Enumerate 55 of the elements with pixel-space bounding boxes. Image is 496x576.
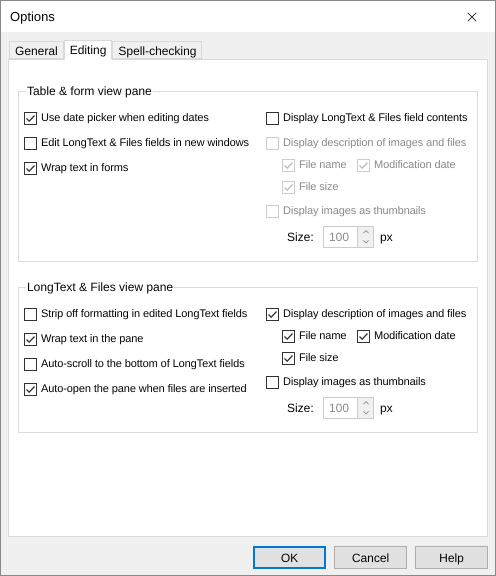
checkbox-label: Display images as thumbnails (283, 204, 426, 220)
checkbox[interactable] (24, 162, 37, 175)
dialog-button[interactable]: OK (253, 546, 326, 569)
checkbox-label: File name (299, 328, 346, 344)
unit-label: px (380, 400, 393, 416)
checkmark-icon (358, 160, 369, 170)
tab[interactable]: Spell-checking (112, 41, 202, 59)
checkbox[interactable] (282, 352, 295, 364)
checkbox[interactable] (24, 358, 37, 371)
checkbox-label: Display images as thumbnails (283, 375, 426, 390)
checkmark-icon (283, 330, 294, 342)
checkmark-icon (25, 384, 36, 395)
checkmark-icon (283, 352, 294, 364)
dialog-button[interactable]: Cancel (334, 546, 407, 569)
checkbox-label: Display LongText & Files field contents (283, 111, 468, 126)
checkbox-label: File name (299, 158, 346, 173)
checkbox[interactable] (24, 383, 37, 396)
checkbox[interactable] (357, 330, 370, 342)
checkbox-label: Auto-scroll to the bottom of LongText fields (41, 357, 244, 372)
checkbox-label: Strip off formatting in edited LongText fields (41, 307, 248, 322)
unit-label: px (380, 228, 393, 246)
checkbox-label: Auto-open the pane when files are inserted (41, 382, 247, 398)
checkmark-icon (25, 113, 36, 124)
checkmark-icon (283, 182, 294, 192)
size-label: Size: (287, 228, 315, 246)
tab[interactable]: Editing (64, 40, 112, 60)
checkbox[interactable] (266, 376, 279, 389)
checkbox-label: File size (299, 350, 338, 366)
checkmark-icon (283, 160, 294, 170)
checkbox-label: Display description of images and files (283, 307, 466, 322)
checkmark-icon (25, 334, 36, 345)
checkbox-label: File size (299, 180, 338, 195)
group-title: Table & form view pane (26, 83, 153, 100)
checkbox[interactable] (24, 308, 37, 321)
checkbox-label: Modification date (374, 328, 456, 344)
checkbox-label: Wrap text in forms (41, 161, 128, 176)
checkmark-icon (358, 330, 369, 342)
checkbox[interactable] (24, 333, 37, 346)
group-title: LongText & Files view pane (26, 279, 174, 296)
checkbox[interactable] (266, 308, 279, 321)
checkbox[interactable] (24, 137, 37, 150)
checkbox-label: Wrap text in the pane (41, 332, 144, 348)
window-title: Options (10, 8, 56, 26)
checkbox[interactable] (266, 112, 279, 125)
checkbox-label: Edit LongText & Files fields in new windows (41, 136, 249, 152)
checkbox-label: Display description of images and files (283, 136, 466, 152)
checkmark-icon (267, 309, 278, 320)
dialog-button[interactable]: Help (415, 546, 488, 569)
checkmark-icon (25, 163, 36, 174)
tab[interactable]: General (9, 41, 64, 59)
checkbox[interactable] (282, 330, 295, 342)
checkbox[interactable] (24, 112, 37, 125)
checkbox-label: Modification date (374, 158, 456, 173)
size-label: Size: (287, 400, 315, 416)
checkbox-label: Use date picker when editing dates (41, 111, 209, 126)
